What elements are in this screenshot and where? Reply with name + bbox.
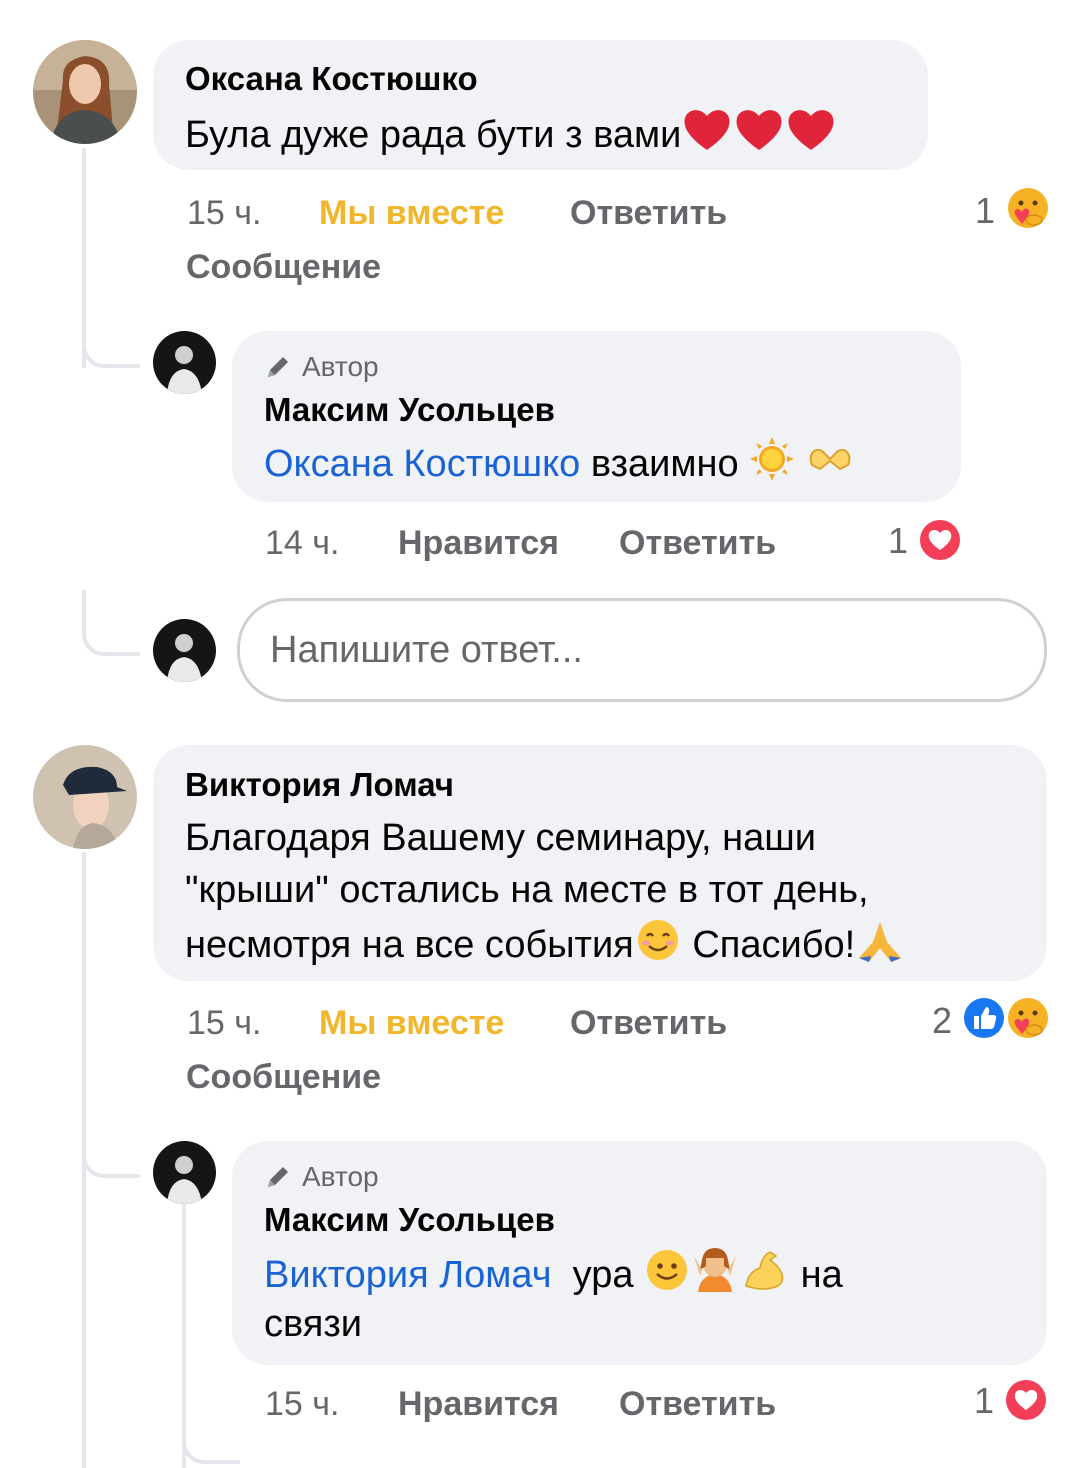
reply-text-content: ура xyxy=(572,1254,634,1297)
comment-text: Була дуже рада бути з вами xyxy=(185,106,837,168)
reply-input-placeholder: Напишите ответ... xyxy=(270,628,583,671)
smiling-face-icon xyxy=(634,916,682,978)
comment-text-content: несмотря на все события xyxy=(185,924,634,967)
reply-author[interactable]: Максим Усольцев xyxy=(264,1200,555,1240)
comment-time: 15 ч. xyxy=(187,194,262,232)
care-reaction-icon xyxy=(1006,186,1050,230)
reaction-count[interactable]: 1 xyxy=(888,520,908,562)
comment-author[interactable]: Оксана Костюшко xyxy=(185,59,478,99)
reply-text-line: связи xyxy=(264,1303,362,1345)
comment-text-line: "крыши" остались на месте в тот день, xyxy=(185,869,869,911)
person-gesturing-icon xyxy=(690,1246,740,1308)
avatar[interactable] xyxy=(153,331,216,394)
author-badge-label: Автор xyxy=(302,351,379,382)
flexed-biceps-icon xyxy=(740,1246,790,1308)
author-badge: Автор xyxy=(264,351,379,383)
love-reaction-icon xyxy=(1004,1378,1048,1422)
heart-icon xyxy=(681,106,837,168)
mention-link[interactable]: Оксана Костюшко xyxy=(264,443,580,485)
comment-time: 15 ч. xyxy=(187,1004,262,1042)
pencil-icon xyxy=(268,1167,288,1187)
comment-text-content: Була дуже рада бути з вами xyxy=(185,114,682,157)
smile-icon xyxy=(644,1247,690,1307)
reply-time: 15 ч. xyxy=(265,1385,340,1423)
thread-connector xyxy=(82,590,140,656)
avatar[interactable] xyxy=(153,619,216,682)
reply-button[interactable]: Ответить xyxy=(570,194,727,233)
comment-text-end: Спасибо! xyxy=(692,924,856,967)
thread-connector xyxy=(82,1110,140,1178)
care-reaction-button[interactable]: Мы вместе xyxy=(319,194,504,233)
avatar[interactable] xyxy=(33,745,137,849)
care-reaction-icon xyxy=(1006,996,1050,1040)
message-button[interactable]: Сообщение xyxy=(186,1058,381,1097)
reply-button[interactable]: Ответить xyxy=(619,524,776,563)
avatar[interactable] xyxy=(33,40,137,144)
reaction-count[interactable]: 1 xyxy=(975,190,995,232)
comment-author[interactable]: Виктория Ломач xyxy=(185,765,454,805)
mention-link[interactable]: Виктория Ломач xyxy=(264,1254,552,1296)
author-badge-label: Автор xyxy=(302,1161,379,1192)
reply-input[interactable]: Напишите ответ... xyxy=(237,598,1047,702)
sun-icon xyxy=(749,436,795,496)
like-button[interactable]: Нравится xyxy=(398,1385,559,1424)
pencil-icon xyxy=(268,357,288,377)
love-reaction-icon xyxy=(918,518,962,562)
reply-text: Оксана Костюшко взаимно xyxy=(264,436,854,496)
avatar[interactable] xyxy=(153,1141,216,1204)
reply-button[interactable]: Ответить xyxy=(619,1385,776,1424)
like-button[interactable]: Нравится xyxy=(398,524,559,563)
pray-icon xyxy=(855,916,905,978)
reply-time: 14 ч. xyxy=(265,524,340,562)
thread-connector xyxy=(82,300,140,368)
reply-author[interactable]: Максим Усольцев xyxy=(264,390,555,430)
reply-button[interactable]: Ответить xyxy=(570,1004,727,1043)
comment-text-line: Благодаря Вашему семинару, наши xyxy=(185,817,816,859)
message-button[interactable]: Сообщение xyxy=(186,248,381,287)
thread-connector xyxy=(182,1410,240,1464)
author-badge: Автор xyxy=(264,1161,379,1193)
comment-text-line: несмотря на все события Спасибо! xyxy=(185,916,905,978)
reaction-count[interactable]: 1 xyxy=(974,1380,994,1422)
care-reaction-button[interactable]: Мы вместе xyxy=(319,1004,504,1043)
like-reaction-icon xyxy=(962,996,1006,1040)
reply-text-content: взаимно xyxy=(590,443,739,486)
heart-hands-icon xyxy=(806,439,854,493)
reaction-count[interactable]: 2 xyxy=(932,1000,952,1042)
reply-text-end: на xyxy=(800,1254,843,1297)
